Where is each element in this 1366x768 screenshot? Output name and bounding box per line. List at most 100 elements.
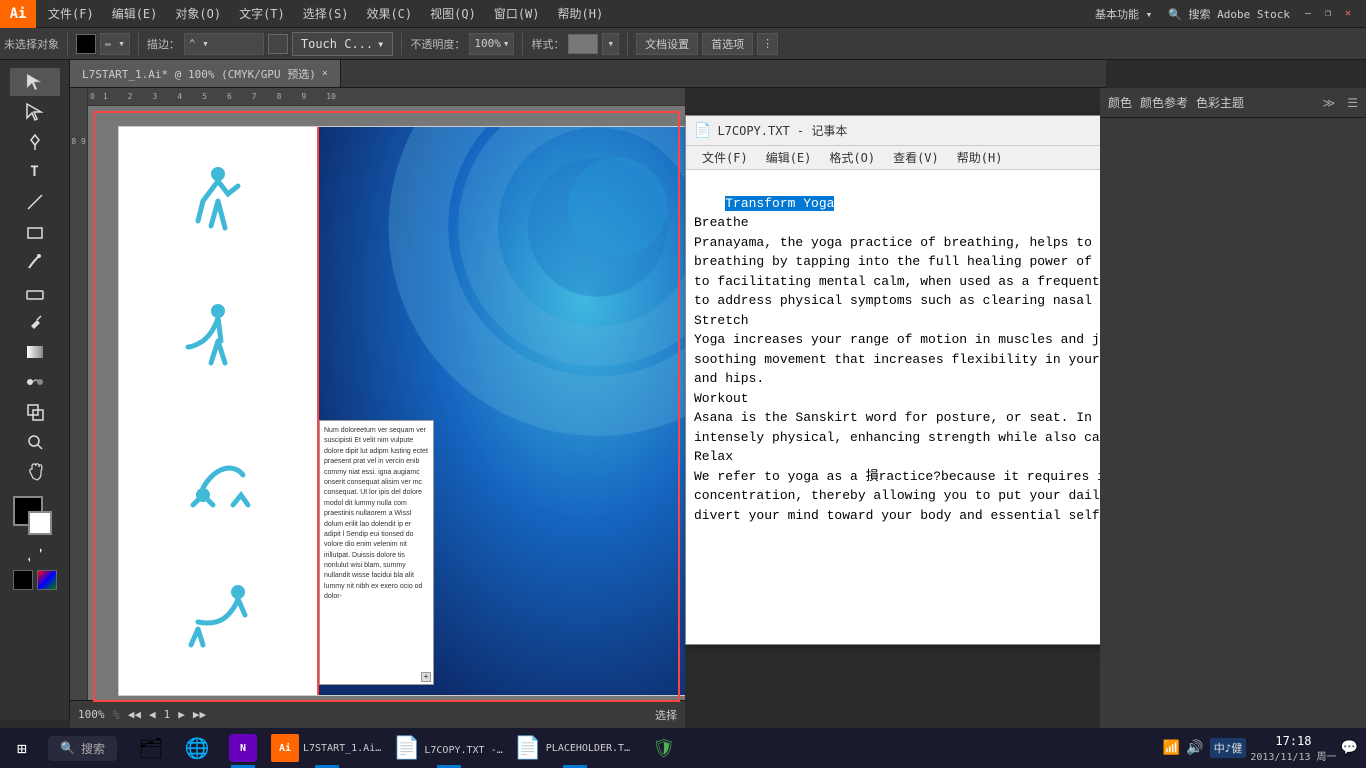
selection-tool[interactable]: [10, 68, 60, 96]
menu-text[interactable]: 文字(T): [231, 1, 293, 26]
status-mode: 选择: [655, 707, 677, 723]
menu-edit[interactable]: 编辑(E): [104, 1, 166, 26]
stroke-color-box[interactable]: [28, 511, 52, 535]
nav-back-btn[interactable]: ◀: [149, 708, 156, 721]
start-button[interactable]: ⊞: [0, 728, 44, 768]
taskbar: ⊞ 🔍 搜索 🗂 🌐 N Ai L7START_1.Ai* @... 📄 L7C…: [0, 728, 1366, 768]
menu-object[interactable]: 对象(O): [167, 1, 229, 26]
status-bar: 100% % ◀◀ ◀ 1 ▶ ▶▶ 选择: [70, 700, 685, 728]
blend-tool[interactable]: [10, 368, 60, 396]
tab-close-btn[interactable]: ×: [322, 68, 328, 79]
nav-next-btn[interactable]: ▶▶: [193, 708, 206, 721]
separator-1: [67, 33, 68, 55]
style-dropdown[interactable]: ▾: [602, 33, 619, 55]
stroke-color[interactable]: [268, 34, 288, 54]
page-num: 1: [164, 708, 171, 721]
opacity-dropdown[interactable]: 100% ▾: [469, 33, 514, 55]
taskbar-app-placeholder[interactable]: 📄 PLACEHOLDER.TX...: [510, 728, 639, 768]
color-swatches[interactable]: [13, 496, 57, 540]
antivirus-icon: 🛡: [652, 738, 675, 759]
ime-indicator[interactable]: 中♪健: [1210, 738, 1247, 758]
preferences-btn[interactable]: 首选项: [702, 33, 753, 55]
notification-icon[interactable]: 💬: [1341, 740, 1358, 756]
direct-select-tool[interactable]: [10, 98, 60, 126]
touch-dropdown[interactable]: Touch C... ▾: [292, 32, 393, 56]
stroke-dropdown[interactable]: ⌃ ▾: [184, 33, 264, 55]
np-edit[interactable]: 编辑(E): [758, 147, 820, 168]
brush-dropdown[interactable]: ✏ ▾: [100, 33, 130, 55]
swap-colors-icon[interactable]: [28, 548, 42, 562]
date-display: 2013/11/13 周一: [1250, 748, 1336, 763]
taskbar-app-explorer[interactable]: 🗂: [129, 728, 173, 768]
shape-tool[interactable]: [10, 218, 60, 246]
np-view[interactable]: 查看(V): [885, 147, 947, 168]
color-section: [13, 496, 57, 590]
network-icon[interactable]: 📶: [1163, 740, 1180, 756]
np-file[interactable]: 文件(F): [694, 147, 756, 168]
menu-file[interactable]: 文件(F): [40, 1, 102, 26]
active-tab[interactable]: L7START_1.Ai* @ 100% (CMYK/GPU 预选) ×: [70, 60, 341, 87]
ai-taskbar-item: Ai L7START_1.Ai* @...: [271, 734, 383, 762]
ai-taskbar-icon: Ai: [271, 734, 299, 762]
text-overflow-indicator[interactable]: +: [421, 672, 431, 682]
panel-expand-btn[interactable]: ≫: [1323, 96, 1336, 110]
panel-menu-btn[interactable]: ☰: [1347, 96, 1358, 110]
menu-effect[interactable]: 效果(C): [358, 1, 420, 26]
taskbar-app-illustrator[interactable]: Ai L7START_1.Ai* @...: [267, 728, 387, 768]
artboard-left-panel: [119, 127, 319, 695]
type-tool[interactable]: T: [10, 158, 60, 186]
left-tools-panel: T: [0, 60, 70, 720]
pen-tool[interactable]: [10, 128, 60, 156]
minimize-button[interactable]: —: [1298, 4, 1318, 24]
nav-prev-btn[interactable]: ◀◀: [128, 708, 141, 721]
artboard[interactable]: Num doloreetum ver sequam ver suscipisti…: [118, 126, 685, 696]
menu-select[interactable]: 选择(S): [295, 1, 357, 26]
taskbar-app-browser[interactable]: 🌐: [175, 728, 219, 768]
style-box[interactable]: [568, 34, 598, 54]
doc-settings-btn[interactable]: 文档设置: [636, 33, 698, 55]
menu-window[interactable]: 窗口(W): [486, 1, 548, 26]
fill-color[interactable]: [76, 34, 96, 54]
menu-view[interactable]: 视图(Q): [422, 1, 484, 26]
menu-help[interactable]: 帮助(H): [550, 1, 612, 26]
hand-tool[interactable]: [10, 458, 60, 486]
color-ref-title: 颜色参考: [1140, 94, 1188, 111]
extra-tools: [13, 570, 57, 590]
canvas-text-box[interactable]: Num doloreetum ver sequam ver suscipisti…: [319, 420, 434, 685]
volume-icon[interactable]: 🔊: [1186, 740, 1203, 756]
gradient-tool[interactable]: [10, 338, 60, 366]
taskbar-app-antivirus[interactable]: 🛡: [642, 728, 686, 768]
ph-taskbar-label: PLACEHOLDER.TX...: [546, 743, 636, 754]
np-help[interactable]: 帮助(H): [949, 147, 1011, 168]
line-tool[interactable]: [10, 188, 60, 216]
nav-forward-btn[interactable]: ▶: [178, 708, 185, 721]
np-taskbar-item: 📄 L7COPY.TXT - 记...: [393, 736, 504, 761]
notepad-title-left: 📄 L7COPY.TXT - 记事本: [694, 122, 847, 139]
zoom-tool[interactable]: [10, 428, 60, 456]
notepad-icon: 📄: [694, 123, 711, 139]
color-theme-title: 色彩主题: [1196, 94, 1244, 111]
taskbar-app-notepad[interactable]: 📄 L7COPY.TXT - 记...: [389, 728, 508, 768]
taskbar-apps: 🗂 🌐 N Ai L7START_1.Ai* @... 📄 L7COPY.TXT…: [121, 728, 1155, 768]
ruler-left: 4 5 6 7 8 9 10: [70, 88, 88, 730]
separator-4: [522, 33, 523, 55]
start-icon: ⊞: [17, 739, 27, 758]
ai-logo: Ai: [0, 0, 36, 28]
eyedropper-tool[interactable]: [10, 308, 60, 336]
restore-button[interactable]: ❐: [1318, 4, 1338, 24]
color-panel-title: 颜色: [1108, 94, 1132, 111]
scale-tool[interactable]: [10, 398, 60, 426]
taskbar-search[interactable]: 🔍 搜索: [48, 736, 117, 761]
brush-tool[interactable]: [10, 248, 60, 276]
np-format[interactable]: 格式(O): [821, 147, 883, 168]
close-button[interactable]: ✕: [1338, 4, 1358, 24]
separator: %: [113, 708, 120, 722]
extra-options[interactable]: ⋮: [757, 33, 778, 55]
eraser-tool[interactable]: [10, 278, 60, 306]
taskbar-app-nicovideo[interactable]: N: [221, 728, 265, 768]
none-fill[interactable]: [13, 570, 33, 590]
yoga-figure-4: [183, 577, 253, 657]
nico-icon: N: [229, 734, 257, 762]
np-taskbar-label: L7COPY.TXT - 记...: [424, 741, 504, 756]
gradient-fill[interactable]: [37, 570, 57, 590]
